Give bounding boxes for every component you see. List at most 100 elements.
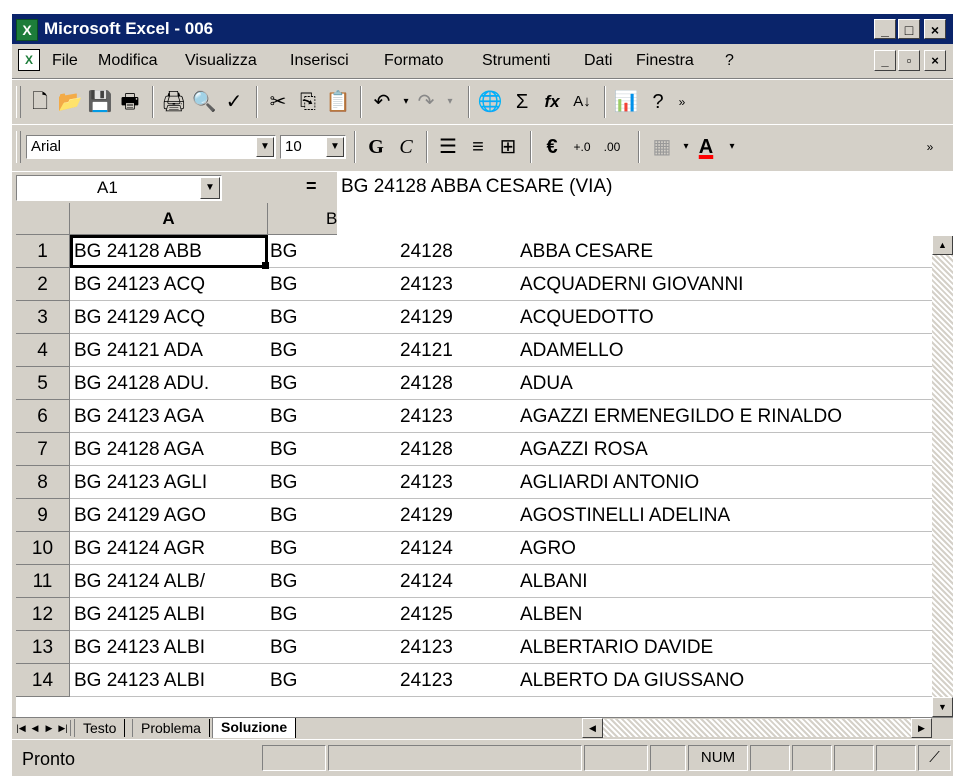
workbook-icon[interactable]: X xyxy=(18,49,40,71)
cell-d[interactable]: ALBERTO DA GIUSSANO xyxy=(520,664,932,696)
cell-a[interactable]: BG 24129 AGO xyxy=(74,499,264,531)
cell-c[interactable]: 24128 xyxy=(400,235,490,267)
close-button[interactable]: × xyxy=(924,19,946,39)
cell-c[interactable]: 24129 xyxy=(400,499,490,531)
sort-ascending-icon[interactable]: A↓ xyxy=(568,88,596,116)
cell-c[interactable]: 24123 xyxy=(400,268,490,300)
cell-b[interactable]: BG xyxy=(270,664,370,696)
cell-a[interactable]: BG 24124 ALB/ xyxy=(74,565,264,597)
first-sheet-icon[interactable]: |◀ xyxy=(14,720,29,736)
scroll-left-icon[interactable]: ◀ xyxy=(582,718,603,738)
hyperlink-globe-icon[interactable]: 🌐 xyxy=(476,88,504,116)
cell-c[interactable]: 24128 xyxy=(400,433,490,465)
sheet-tab-soluzione[interactable]: Soluzione xyxy=(212,718,297,738)
cell-c[interactable]: 24123 xyxy=(400,400,490,432)
row-header[interactable]: 13 xyxy=(16,631,70,664)
scroll-down-icon[interactable]: ▼ xyxy=(932,697,953,717)
name-box[interactable]: A1 ▼ xyxy=(16,175,222,201)
menu-formato[interactable]: Formato xyxy=(384,52,444,70)
cell-d[interactable]: AGLIARDI ANTONIO xyxy=(520,466,932,498)
sheet-tab-problema[interactable]: Problema xyxy=(132,719,210,737)
font-color-icon[interactable]: A xyxy=(692,133,720,161)
chevron-down-icon[interactable]: ▼ xyxy=(326,137,344,157)
maximize-button[interactable]: □ xyxy=(898,19,920,39)
row-header[interactable]: 7 xyxy=(16,433,70,466)
toolbar-grip[interactable] xyxy=(16,86,21,118)
chart-wizard-icon[interactable]: 📊 xyxy=(612,88,640,116)
cell-a[interactable]: BG 24123 ACQ xyxy=(74,268,264,300)
cell-b[interactable]: BG xyxy=(270,433,370,465)
bold-button[interactable]: G xyxy=(362,133,390,161)
chevron-down-icon[interactable]: ▼ xyxy=(200,177,220,199)
print-preview-icon[interactable]: 🔍 xyxy=(190,88,218,116)
cell-b[interactable]: BG xyxy=(270,301,370,333)
cell-d[interactable]: ALBERTARIO DAVIDE xyxy=(520,631,932,663)
row-header[interactable]: 1 xyxy=(16,235,70,268)
cell-b[interactable]: BG xyxy=(270,466,370,498)
help-icon[interactable]: ? xyxy=(644,88,672,116)
active-cell-selection[interactable] xyxy=(70,235,268,268)
permission-icon[interactable]: 🖶 xyxy=(116,88,144,116)
formula-equals-button[interactable]: = xyxy=(306,176,317,197)
cell-d[interactable]: ACQUEDOTTO xyxy=(520,301,932,333)
menu-inserisci[interactable]: Inserisci xyxy=(290,52,349,70)
cell-a[interactable]: BG 24128 ADU. xyxy=(74,367,264,399)
cell-c[interactable]: 24124 xyxy=(400,532,490,564)
cell-c[interactable]: 24128 xyxy=(400,367,490,399)
fill-handle[interactable] xyxy=(262,262,269,269)
cell-d[interactable]: AGAZZI ROSA xyxy=(520,433,932,465)
scroll-up-icon[interactable]: ▲ xyxy=(932,235,953,255)
font-size-combo[interactable]: 10 ▼ xyxy=(280,135,346,159)
worksheet-grid[interactable]: A B 1 BG 24128 ABB BG 24128 ABBA CESARE 2 BG 2… xyxy=(16,203,932,717)
row-header[interactable]: 8 xyxy=(16,466,70,499)
print-icon[interactable]: 🖨 xyxy=(160,88,188,116)
cell-d[interactable]: ACQUADERNI GIOVANNI xyxy=(520,268,932,300)
cell-c[interactable]: 24129 xyxy=(400,301,490,333)
insert-function-icon[interactable]: fx xyxy=(538,88,566,116)
row-header[interactable]: 6 xyxy=(16,400,70,433)
menu-strumenti[interactable]: Strumenti xyxy=(482,52,550,70)
row-header[interactable]: 10 xyxy=(16,532,70,565)
cell-d[interactable]: ABBA CESARE xyxy=(520,235,932,267)
minimize-button[interactable]: _ xyxy=(874,19,896,39)
menu-dati[interactable]: Dati xyxy=(584,52,612,70)
cell-b[interactable]: BG xyxy=(270,532,370,564)
autosum-icon[interactable]: Σ xyxy=(508,88,536,116)
cell-d[interactable]: ALBANI xyxy=(520,565,932,597)
open-folder-icon[interactable]: 📂 xyxy=(56,88,84,116)
cell-a[interactable]: BG 24123 ALBI xyxy=(74,631,264,663)
cell-d[interactable]: ALBEN xyxy=(520,598,932,630)
paste-icon[interactable]: 📋 xyxy=(324,88,352,116)
menu-visualizza[interactable]: Visualizza xyxy=(185,52,257,70)
toolbar-grip[interactable] xyxy=(16,131,21,163)
cell-d[interactable]: AGOSTINELLI ADELINA xyxy=(520,499,932,531)
cell-c[interactable]: 24123 xyxy=(400,466,490,498)
cell-a[interactable]: BG 24123 AGLI xyxy=(74,466,264,498)
decrease-decimal-icon[interactable]: .00 xyxy=(598,133,626,161)
toolbar-more-icon[interactable]: » xyxy=(674,88,690,116)
cell-c[interactable]: 24121 xyxy=(400,334,490,366)
cell-a[interactable]: BG 24125 ALBI xyxy=(74,598,264,630)
menu-modifica[interactable]: Modifica xyxy=(98,52,158,70)
sheet-tab-testo[interactable]: Testo xyxy=(74,719,126,737)
cell-b[interactable]: BG xyxy=(270,400,370,432)
row-header[interactable]: 14 xyxy=(16,664,70,697)
last-sheet-icon[interactable]: ▶| xyxy=(56,720,71,736)
row-header[interactable]: 9 xyxy=(16,499,70,532)
new-file-icon[interactable]: 🗋 xyxy=(26,88,54,116)
chevron-down-icon[interactable]: ▼ xyxy=(256,137,274,157)
spelling-icon[interactable]: ✓ xyxy=(220,88,248,116)
font-color-dropdown-icon[interactable]: ▾ xyxy=(718,133,746,161)
increase-decimal-icon[interactable]: +.0 xyxy=(568,133,596,161)
cell-c[interactable]: 24123 xyxy=(400,631,490,663)
row-header[interactable]: 2 xyxy=(16,268,70,301)
menu-file[interactable]: File xyxy=(52,52,78,70)
vertical-scrollbar[interactable]: ▲ ▼ xyxy=(932,235,953,717)
cell-b[interactable]: BG xyxy=(270,565,370,597)
cell-a[interactable]: BG 24124 AGR xyxy=(74,532,264,564)
font-name-combo[interactable]: Arial ▼ xyxy=(26,135,276,159)
cell-b[interactable]: BG xyxy=(270,334,370,366)
cell-d[interactable]: ADAMELLO xyxy=(520,334,932,366)
cell-d[interactable]: AGAZZI ERMENEGILDO E RINALDO xyxy=(520,400,932,432)
formula-input[interactable]: BG 24128 ABBA CESARE (VIA) xyxy=(337,172,953,236)
